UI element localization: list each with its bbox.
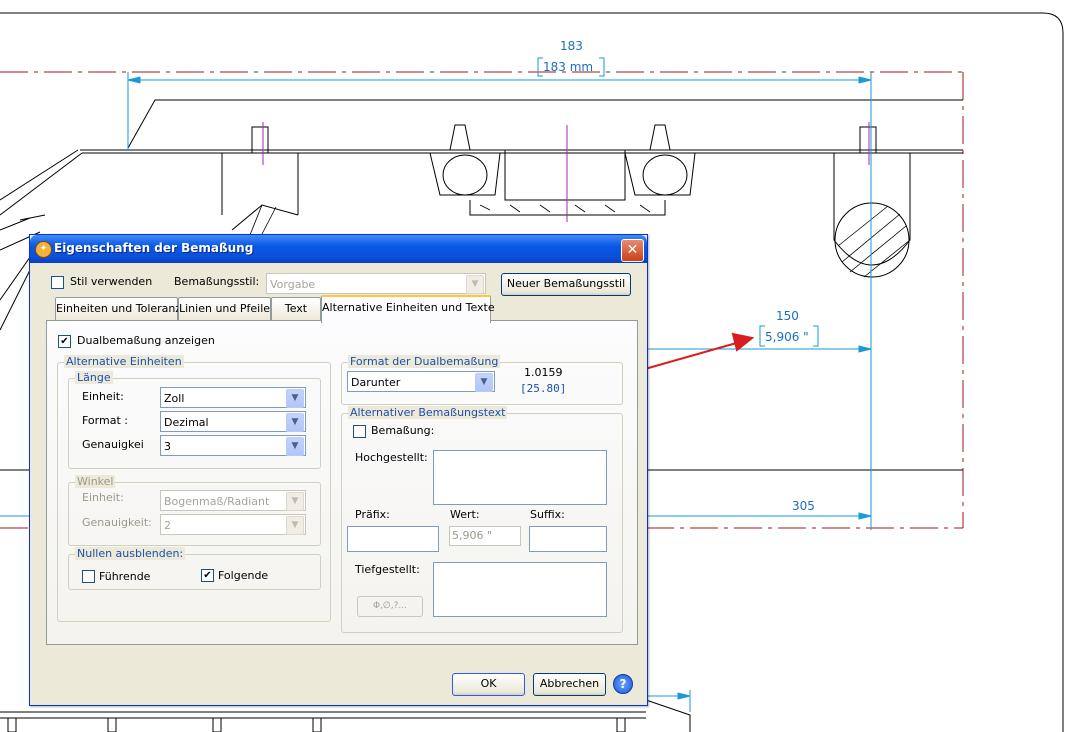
chevron-down-icon: ▼ — [286, 516, 304, 535]
prefix-label: Präfix: — [355, 508, 390, 521]
cancel-button[interactable]: Abbrechen — [533, 673, 606, 696]
center-lines — [262, 122, 870, 222]
format-label: Format : — [82, 414, 128, 427]
symbol-button[interactable]: Φ,∅,?... — [357, 596, 423, 617]
ok-button[interactable]: OK — [452, 673, 525, 696]
trailing-zeros-checkbox[interactable]: ✔ — [201, 569, 214, 582]
tab-text[interactable]: Text — [271, 297, 321, 321]
dimension-properties-dialog: ✦ Eigenschaften der Bemaßung ✕ Stil verw… — [29, 234, 648, 706]
suffix-field[interactable] — [529, 526, 607, 552]
unit-select[interactable]: Zoll ▼ — [160, 387, 306, 408]
angle-unit-label: Einheit: — [82, 491, 124, 504]
trailing-zeros-label: Folgende — [218, 569, 269, 582]
tab-lines-arrows[interactable]: Linien und Pfeile — [178, 297, 271, 321]
chevron-down-icon: ▼ — [286, 389, 304, 408]
dim-top-alt: 183 mm — [543, 60, 594, 74]
precision-select[interactable]: 3 ▼ — [160, 435, 306, 456]
value-field[interactable]: 5,906 " — [449, 526, 521, 546]
leading-zeros-label: Führende — [99, 570, 151, 583]
unit-label: Einheit: — [82, 390, 124, 403]
dim-right-alt: 5,906 " — [765, 330, 809, 344]
angle-unit-select[interactable]: Bogenmaß/Radiant ▼ — [160, 490, 306, 511]
dim-right-value: 150 — [776, 309, 799, 323]
angle-precision-label: Genauigkeit: — [82, 516, 152, 529]
subscript-label: Tiefgestellt: — [355, 563, 420, 576]
superscript-field[interactable] — [433, 450, 607, 505]
alt-dimension-checkbox[interactable] — [353, 425, 366, 438]
format-select[interactable]: Dezimal ▼ — [160, 411, 306, 432]
new-style-button[interactable]: Neuer Bemaßungsstil — [501, 273, 631, 296]
dual-format-select[interactable]: Darunter ▼ — [347, 371, 495, 392]
use-style-checkbox[interactable] — [51, 276, 64, 289]
dual-dimension-checkbox[interactable]: ✔ — [58, 335, 71, 348]
tab-panel: ✔ Dualbemaßung anzeigen Alternative Einh… — [46, 320, 638, 645]
use-style-label: Stil verwenden — [70, 275, 153, 288]
chevron-down-icon: ▼ — [286, 492, 304, 511]
superscript-label: Hochgestellt: — [355, 451, 428, 464]
app-icon: ✦ — [35, 241, 52, 258]
angle-precision-select[interactable]: 2 ▼ — [160, 514, 306, 535]
dual-dimension-label: Dualbemaßung anzeigen — [77, 334, 215, 347]
title-bar[interactable]: ✦ Eigenschaften der Bemaßung ✕ — [30, 235, 647, 263]
value-label: Wert: — [450, 508, 480, 521]
tab-units-tolerance[interactable]: Einheiten und Toleranz — [55, 297, 181, 321]
leading-zeros-checkbox[interactable] — [82, 570, 95, 583]
precision-label: Genauigkei — [82, 438, 144, 451]
preview-primary: 1.0159 — [524, 366, 563, 379]
help-icon[interactable]: ? — [613, 674, 633, 694]
chevron-down-icon: ▼ — [286, 413, 304, 432]
prefix-field[interactable] — [347, 526, 439, 552]
tab-alternative-units[interactable]: Alternative Einheiten und Texte — [321, 295, 495, 323]
dim-bottom-value: 305 — [792, 499, 815, 513]
chevron-down-icon: ▼ — [466, 275, 484, 294]
preview-alt: [25.80] — [520, 382, 567, 395]
chevron-down-icon: ▼ — [286, 437, 304, 456]
dim-top-value: 183 — [560, 39, 583, 53]
suffix-label: Suffix: — [530, 508, 565, 521]
dialog-title: Eigenschaften der Bemaßung — [54, 241, 254, 255]
dimension-style-label: Bemaßungsstil: — [174, 275, 260, 288]
close-button[interactable]: ✕ — [621, 239, 644, 262]
alt-dimension-label: Bemaßung: — [371, 424, 435, 437]
chevron-down-icon: ▼ — [475, 373, 493, 392]
subscript-field[interactable] — [433, 562, 607, 617]
dimension-style-select[interactable]: Vorgabe ▼ — [266, 273, 486, 294]
